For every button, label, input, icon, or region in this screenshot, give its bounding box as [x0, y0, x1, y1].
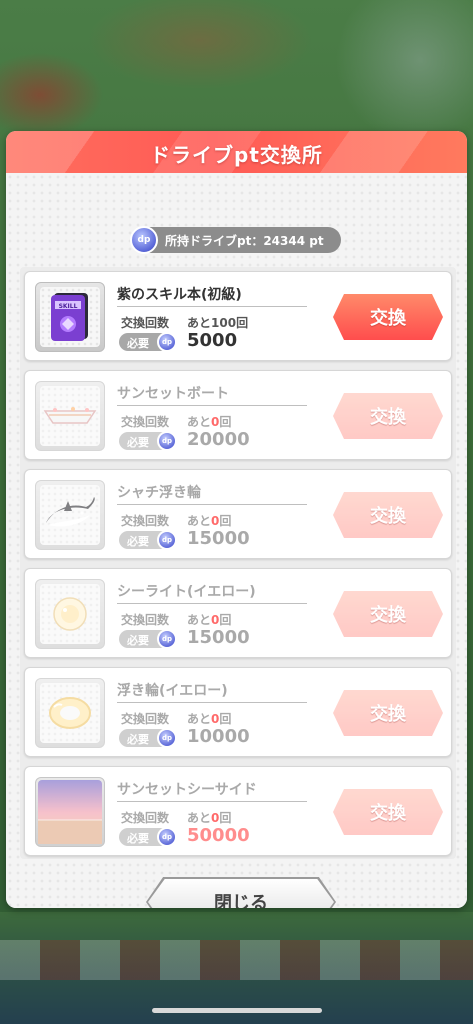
modal-body: dp 所持ドライブpt：24344 pt SKILL 紫のスキル本(初級) 交換… [6, 173, 467, 908]
item-thumbnail: SKILL [35, 282, 105, 352]
sea-light-icon [53, 597, 87, 631]
required-badge: 必要 dp [119, 530, 177, 550]
item-cost: 50000 [187, 825, 250, 846]
remaining-count: あと0回 [187, 415, 232, 429]
divider [117, 306, 307, 307]
item-name: 紫のスキル本(初級) [117, 287, 242, 303]
points-text: 所持ドライブpt：24344 pt [165, 234, 324, 248]
modal-title: ドライブpt交換所 [150, 143, 323, 167]
required-badge: 必要 dp [119, 629, 177, 649]
home-indicator[interactable] [152, 1008, 322, 1013]
divider [117, 405, 307, 406]
drive-pt-coin-icon: dp [157, 530, 177, 550]
list-item: シーライト(イエロー) 交換回数 あと0回 必要 dp 15000 交換 [24, 568, 452, 658]
exchange-button[interactable]: 交換 [333, 591, 443, 637]
close-button[interactable]: 閉じる [148, 879, 334, 908]
item-cost: 15000 [187, 528, 250, 549]
drive-pt-coin-icon: dp [157, 629, 177, 649]
item-thumbnail [35, 381, 105, 451]
item-thumbnail [35, 480, 105, 550]
modal-header: ドライブpt交換所 [6, 131, 467, 173]
count-label: 交換回数 [121, 316, 170, 330]
required-badge: 必要 dp [119, 827, 177, 847]
item-cost: 5000 [187, 330, 238, 351]
list-item: SKILL 紫のスキル本(初級) 交換回数 あと100回 必要 dp 5000 … [24, 271, 452, 361]
count-label: 交換回数 [121, 712, 170, 726]
remaining-count: あと0回 [187, 613, 232, 627]
required-badge: 必要 dp [119, 332, 177, 352]
item-name: サンセットシーサイド [117, 782, 257, 798]
item-cost: 20000 [187, 429, 250, 450]
item-thumbnail [35, 678, 105, 748]
exchange-button[interactable]: 交換 [333, 690, 443, 736]
exchange-button[interactable]: 交換 [333, 492, 443, 538]
sunset-seaside-icon [38, 780, 102, 844]
drive-pt-coin-icon: dp [157, 332, 177, 352]
exchange-button[interactable]: 交換 [333, 789, 443, 835]
drive-pt-coin-icon: dp [130, 226, 158, 254]
remaining-count: あと0回 [187, 712, 232, 726]
divider [117, 603, 307, 604]
svg-text:SKILL: SKILL [59, 303, 78, 310]
item-list[interactable]: SKILL 紫のスキル本(初級) 交換回数 あと100回 必要 dp 5000 … [20, 267, 456, 859]
divider [117, 702, 307, 703]
required-badge: 必要 dp [119, 728, 177, 748]
item-thumbnail [35, 579, 105, 649]
item-name: シャチ浮き輪 [117, 485, 201, 501]
points-balance: dp 所持ドライブpt：24344 pt [130, 226, 341, 254]
drive-pt-coin-icon: dp [157, 827, 177, 847]
remaining-count: あと0回 [187, 514, 232, 528]
sunset-boat-icon [43, 407, 97, 424]
exchange-button[interactable]: 交換 [333, 393, 443, 439]
remaining-count: あと0回 [187, 811, 232, 825]
count-label: 交換回数 [121, 415, 170, 429]
list-item: シャチ浮き輪 交換回数 あと0回 必要 dp 15000 交換 [24, 469, 452, 559]
required-badge: 必要 dp [119, 431, 177, 451]
list-item: サンセットボート 交換回数 あと0回 必要 dp 20000 交換 [24, 370, 452, 460]
exchange-button[interactable]: 交換 [333, 294, 443, 340]
divider [117, 801, 307, 802]
item-name: 浮き輪(イエロー) [117, 683, 228, 699]
divider [117, 504, 307, 505]
orca-float-icon [46, 497, 95, 527]
background-stripe [0, 940, 473, 980]
swim-ring-icon [49, 697, 91, 729]
remaining-count: あと100回 [187, 316, 249, 330]
item-cost: 10000 [187, 726, 250, 747]
item-name: サンセットボート [117, 386, 229, 402]
drive-pt-coin-icon: dp [157, 728, 177, 748]
list-item: 浮き輪(イエロー) 交換回数 あと0回 必要 dp 10000 交換 [24, 667, 452, 757]
count-label: 交換回数 [121, 514, 170, 528]
purple-skill-book-icon: SKILL [51, 293, 88, 341]
count-label: 交換回数 [121, 613, 170, 627]
item-thumbnail [35, 777, 105, 847]
count-label: 交換回数 [121, 811, 170, 825]
item-cost: 15000 [187, 627, 250, 648]
drive-pt-coin-icon: dp [157, 431, 177, 451]
list-item: サンセットシーサイド 交換回数 あと0回 必要 dp 50000 交換 [24, 766, 452, 856]
exchange-modal: ドライブpt交換所 dp 所持ドライブpt：24344 pt SKILL 紫のス… [6, 131, 467, 908]
item-name: シーライト(イエロー) [117, 584, 256, 600]
